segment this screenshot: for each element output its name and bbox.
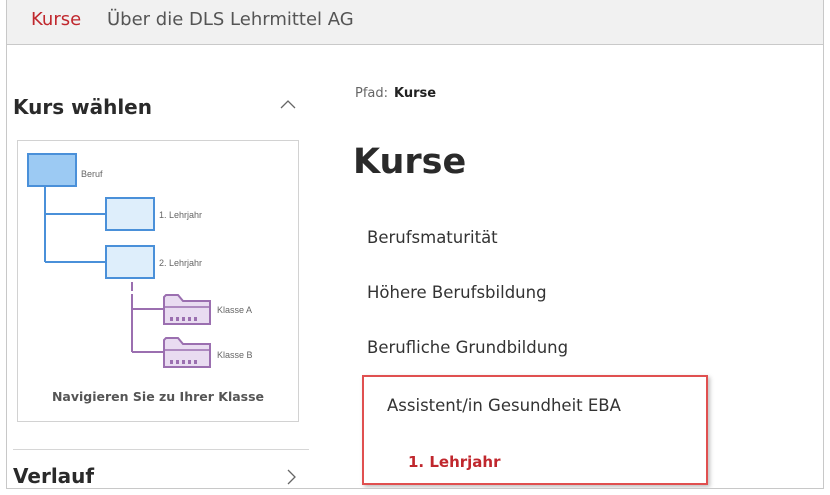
folder-icon-klasse-a [163,294,211,325]
course-item-berufsmaturitaet[interactable]: Berufsmaturität [367,228,498,247]
chevron-up-icon[interactable] [279,97,297,111]
tree-node-lehrjahr-2 [105,245,155,279]
nav-link-kurse[interactable]: Kurse [31,9,81,30]
course-subitem-lehrjahr-1[interactable]: 1. Lehrjahr [408,453,501,471]
course-item-berufliche-grundbildung[interactable]: Berufliche Grundbildung [367,338,568,357]
tree-label-beruf: Beruf [81,169,103,179]
top-navigation-bar: Kurse Über die DLS Lehrmittel AG [7,0,823,45]
breadcrumb-prefix: Pfad: [355,86,389,101]
tree-label-klasse-b: Klasse B [217,350,253,360]
sidebar-verlauf-heading[interactable]: Verlauf [13,464,94,488]
nav-link-about[interactable]: Über die DLS Lehrmittel AG [107,9,354,30]
chevron-right-icon[interactable] [285,468,297,486]
tree-diagram-illustration: Beruf 1. Lehrjahr 2. Lehrjahr Klasse A K… [27,153,253,368]
sidebar-divider [13,449,309,450]
app-frame: Kurse Über die DLS Lehrmittel AG Kurs wä… [6,0,824,489]
tree-node-beruf [27,153,77,187]
diagram-caption: Navigieren Sie zu Ihrer Klasse [51,389,265,404]
tree-label-klasse-a: Klasse A [217,305,252,315]
tree-node-lehrjahr-1 [105,197,155,231]
course-tree-diagram: Beruf 1. Lehrjahr 2. Lehrjahr Klasse A K… [17,140,299,422]
breadcrumb: Pfad: Kurse [355,86,436,101]
tree-label-lehrjahr-1: 1. Lehrjahr [159,210,202,220]
course-item-hoehere-berufsbildung[interactable]: Höhere Berufsbildung [367,283,547,302]
tree-label-lehrjahr-2: 2. Lehrjahr [159,258,202,268]
course-item-assistent-gesundheit[interactable]: Assistent/in Gesundheit EBA [387,396,621,415]
sidebar-title: Kurs wählen [13,95,152,119]
breadcrumb-current[interactable]: Kurse [394,86,436,101]
folder-icon-klasse-b [163,337,211,368]
page-title: Kurse [353,142,467,182]
